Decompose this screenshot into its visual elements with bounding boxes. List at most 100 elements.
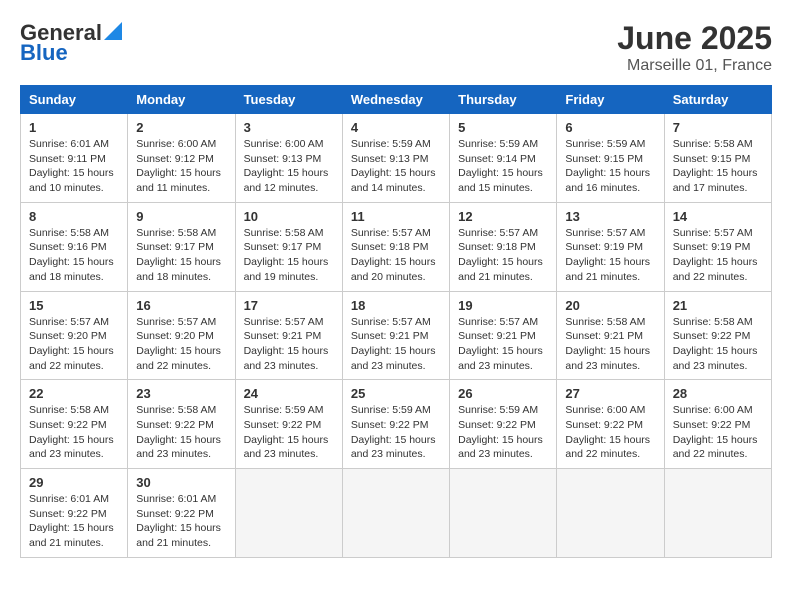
sunset-text: Sunset: 9:12 PM — [136, 153, 214, 165]
sunrise-text: Sunrise: 5:57 AM — [458, 227, 538, 239]
sunrise-text: Sunrise: 5:57 AM — [565, 227, 645, 239]
day-number: 30 — [136, 475, 226, 490]
calendar-cell-1-6: 6 Sunrise: 5:59 AM Sunset: 9:15 PM Dayli… — [557, 114, 664, 203]
day-number: 20 — [565, 298, 655, 313]
calendar-week-5: 29 Sunrise: 6:01 AM Sunset: 9:22 PM Dayl… — [21, 469, 772, 558]
calendar-cell-5-6 — [557, 469, 664, 558]
day-info: Sunrise: 5:57 AM Sunset: 9:21 PM Dayligh… — [244, 315, 334, 374]
sunset-text: Sunset: 9:22 PM — [136, 508, 214, 520]
daylight-text: Daylight: 15 hours and 18 minutes. — [136, 256, 221, 283]
sunrise-text: Sunrise: 5:57 AM — [458, 316, 538, 328]
daylight-text: Daylight: 15 hours and 21 minutes. — [458, 256, 543, 283]
daylight-text: Daylight: 15 hours and 16 minutes. — [565, 167, 650, 194]
sunset-text: Sunset: 9:22 PM — [351, 419, 429, 431]
sunset-text: Sunset: 9:20 PM — [29, 330, 107, 342]
daylight-text: Daylight: 15 hours and 22 minutes. — [29, 345, 114, 372]
daylight-text: Daylight: 15 hours and 14 minutes. — [351, 167, 436, 194]
calendar-cell-2-1: 8 Sunrise: 5:58 AM Sunset: 9:16 PM Dayli… — [21, 202, 128, 291]
sunrise-text: Sunrise: 6:00 AM — [565, 404, 645, 416]
calendar-table: Sunday Monday Tuesday Wednesday Thursday… — [20, 85, 772, 558]
day-info: Sunrise: 5:58 AM Sunset: 9:22 PM Dayligh… — [136, 403, 226, 462]
sunrise-text: Sunrise: 5:57 AM — [673, 227, 753, 239]
day-info: Sunrise: 6:00 AM Sunset: 9:22 PM Dayligh… — [565, 403, 655, 462]
calendar-cell-1-4: 4 Sunrise: 5:59 AM Sunset: 9:13 PM Dayli… — [342, 114, 449, 203]
day-number: 18 — [351, 298, 441, 313]
day-info: Sunrise: 5:58 AM Sunset: 9:21 PM Dayligh… — [565, 315, 655, 374]
day-info: Sunrise: 6:00 AM Sunset: 9:12 PM Dayligh… — [136, 137, 226, 196]
sunset-text: Sunset: 9:17 PM — [244, 241, 322, 253]
daylight-text: Daylight: 15 hours and 23 minutes. — [351, 434, 436, 461]
day-info: Sunrise: 5:58 AM Sunset: 9:17 PM Dayligh… — [136, 226, 226, 285]
sunrise-text: Sunrise: 5:59 AM — [458, 138, 538, 150]
sunset-text: Sunset: 9:19 PM — [673, 241, 751, 253]
sunrise-text: Sunrise: 6:01 AM — [136, 493, 216, 505]
sunset-text: Sunset: 9:11 PM — [29, 153, 106, 165]
day-number: 9 — [136, 209, 226, 224]
day-number: 16 — [136, 298, 226, 313]
day-number: 28 — [673, 386, 763, 401]
logo: General Blue — [20, 20, 122, 66]
day-info: Sunrise: 5:58 AM Sunset: 9:22 PM Dayligh… — [29, 403, 119, 462]
sunrise-text: Sunrise: 5:58 AM — [565, 316, 645, 328]
sunrise-text: Sunrise: 5:59 AM — [351, 138, 431, 150]
sunrise-text: Sunrise: 6:00 AM — [136, 138, 216, 150]
sunset-text: Sunset: 9:22 PM — [673, 330, 751, 342]
sunrise-text: Sunrise: 5:59 AM — [565, 138, 645, 150]
sunrise-text: Sunrise: 5:58 AM — [244, 227, 324, 239]
page-header: General Blue June 2025 Marseille 01, Fra… — [20, 20, 772, 75]
daylight-text: Daylight: 15 hours and 23 minutes. — [244, 345, 329, 372]
daylight-text: Daylight: 15 hours and 15 minutes. — [458, 167, 543, 194]
sunrise-text: Sunrise: 5:58 AM — [29, 227, 109, 239]
calendar-cell-1-5: 5 Sunrise: 5:59 AM Sunset: 9:14 PM Dayli… — [450, 114, 557, 203]
sunrise-text: Sunrise: 6:01 AM — [29, 493, 109, 505]
day-number: 11 — [351, 209, 441, 224]
sunset-text: Sunset: 9:22 PM — [673, 419, 751, 431]
daylight-text: Daylight: 15 hours and 22 minutes. — [673, 434, 758, 461]
day-number: 4 — [351, 120, 441, 135]
sunrise-text: Sunrise: 5:57 AM — [29, 316, 109, 328]
sunrise-text: Sunrise: 5:57 AM — [244, 316, 324, 328]
day-info: Sunrise: 5:59 AM Sunset: 9:22 PM Dayligh… — [351, 403, 441, 462]
sunset-text: Sunset: 9:22 PM — [29, 508, 107, 520]
calendar-week-3: 15 Sunrise: 5:57 AM Sunset: 9:20 PM Dayl… — [21, 291, 772, 380]
day-number: 22 — [29, 386, 119, 401]
day-number: 25 — [351, 386, 441, 401]
day-info: Sunrise: 5:57 AM Sunset: 9:20 PM Dayligh… — [29, 315, 119, 374]
sunset-text: Sunset: 9:13 PM — [351, 153, 429, 165]
sunrise-text: Sunrise: 5:59 AM — [244, 404, 324, 416]
day-number: 10 — [244, 209, 334, 224]
sunrise-text: Sunrise: 5:59 AM — [351, 404, 431, 416]
header-friday: Friday — [557, 86, 664, 114]
daylight-text: Daylight: 15 hours and 23 minutes. — [673, 345, 758, 372]
sunset-text: Sunset: 9:22 PM — [29, 419, 107, 431]
sunset-text: Sunset: 9:21 PM — [351, 330, 429, 342]
daylight-text: Daylight: 15 hours and 18 minutes. — [29, 256, 114, 283]
sunset-text: Sunset: 9:22 PM — [136, 419, 214, 431]
calendar-cell-1-7: 7 Sunrise: 5:58 AM Sunset: 9:15 PM Dayli… — [664, 114, 771, 203]
month-title: June 2025 — [617, 20, 772, 57]
day-number: 8 — [29, 209, 119, 224]
sunset-text: Sunset: 9:16 PM — [29, 241, 107, 253]
sunset-text: Sunset: 9:15 PM — [565, 153, 643, 165]
day-info: Sunrise: 5:57 AM Sunset: 9:18 PM Dayligh… — [458, 226, 548, 285]
day-number: 1 — [29, 120, 119, 135]
calendar-cell-1-1: 1 Sunrise: 6:01 AM Sunset: 9:11 PM Dayli… — [21, 114, 128, 203]
calendar-week-1: 1 Sunrise: 6:01 AM Sunset: 9:11 PM Dayli… — [21, 114, 772, 203]
calendar-cell-2-3: 10 Sunrise: 5:58 AM Sunset: 9:17 PM Dayl… — [235, 202, 342, 291]
sunset-text: Sunset: 9:21 PM — [244, 330, 322, 342]
day-number: 15 — [29, 298, 119, 313]
day-info: Sunrise: 5:58 AM Sunset: 9:17 PM Dayligh… — [244, 226, 334, 285]
day-info: Sunrise: 6:01 AM Sunset: 9:22 PM Dayligh… — [136, 492, 226, 551]
day-info: Sunrise: 5:59 AM Sunset: 9:22 PM Dayligh… — [244, 403, 334, 462]
calendar-cell-5-5 — [450, 469, 557, 558]
calendar-cell-3-5: 19 Sunrise: 5:57 AM Sunset: 9:21 PM Dayl… — [450, 291, 557, 380]
sunrise-text: Sunrise: 5:59 AM — [458, 404, 538, 416]
calendar-week-4: 22 Sunrise: 5:58 AM Sunset: 9:22 PM Dayl… — [21, 380, 772, 469]
day-info: Sunrise: 5:59 AM Sunset: 9:15 PM Dayligh… — [565, 137, 655, 196]
daylight-text: Daylight: 15 hours and 21 minutes. — [136, 522, 221, 549]
calendar-cell-4-6: 27 Sunrise: 6:00 AM Sunset: 9:22 PM Dayl… — [557, 380, 664, 469]
sunset-text: Sunset: 9:18 PM — [351, 241, 429, 253]
calendar-cell-4-4: 25 Sunrise: 5:59 AM Sunset: 9:22 PM Dayl… — [342, 380, 449, 469]
daylight-text: Daylight: 15 hours and 12 minutes. — [244, 167, 329, 194]
day-info: Sunrise: 5:57 AM Sunset: 9:19 PM Dayligh… — [565, 226, 655, 285]
